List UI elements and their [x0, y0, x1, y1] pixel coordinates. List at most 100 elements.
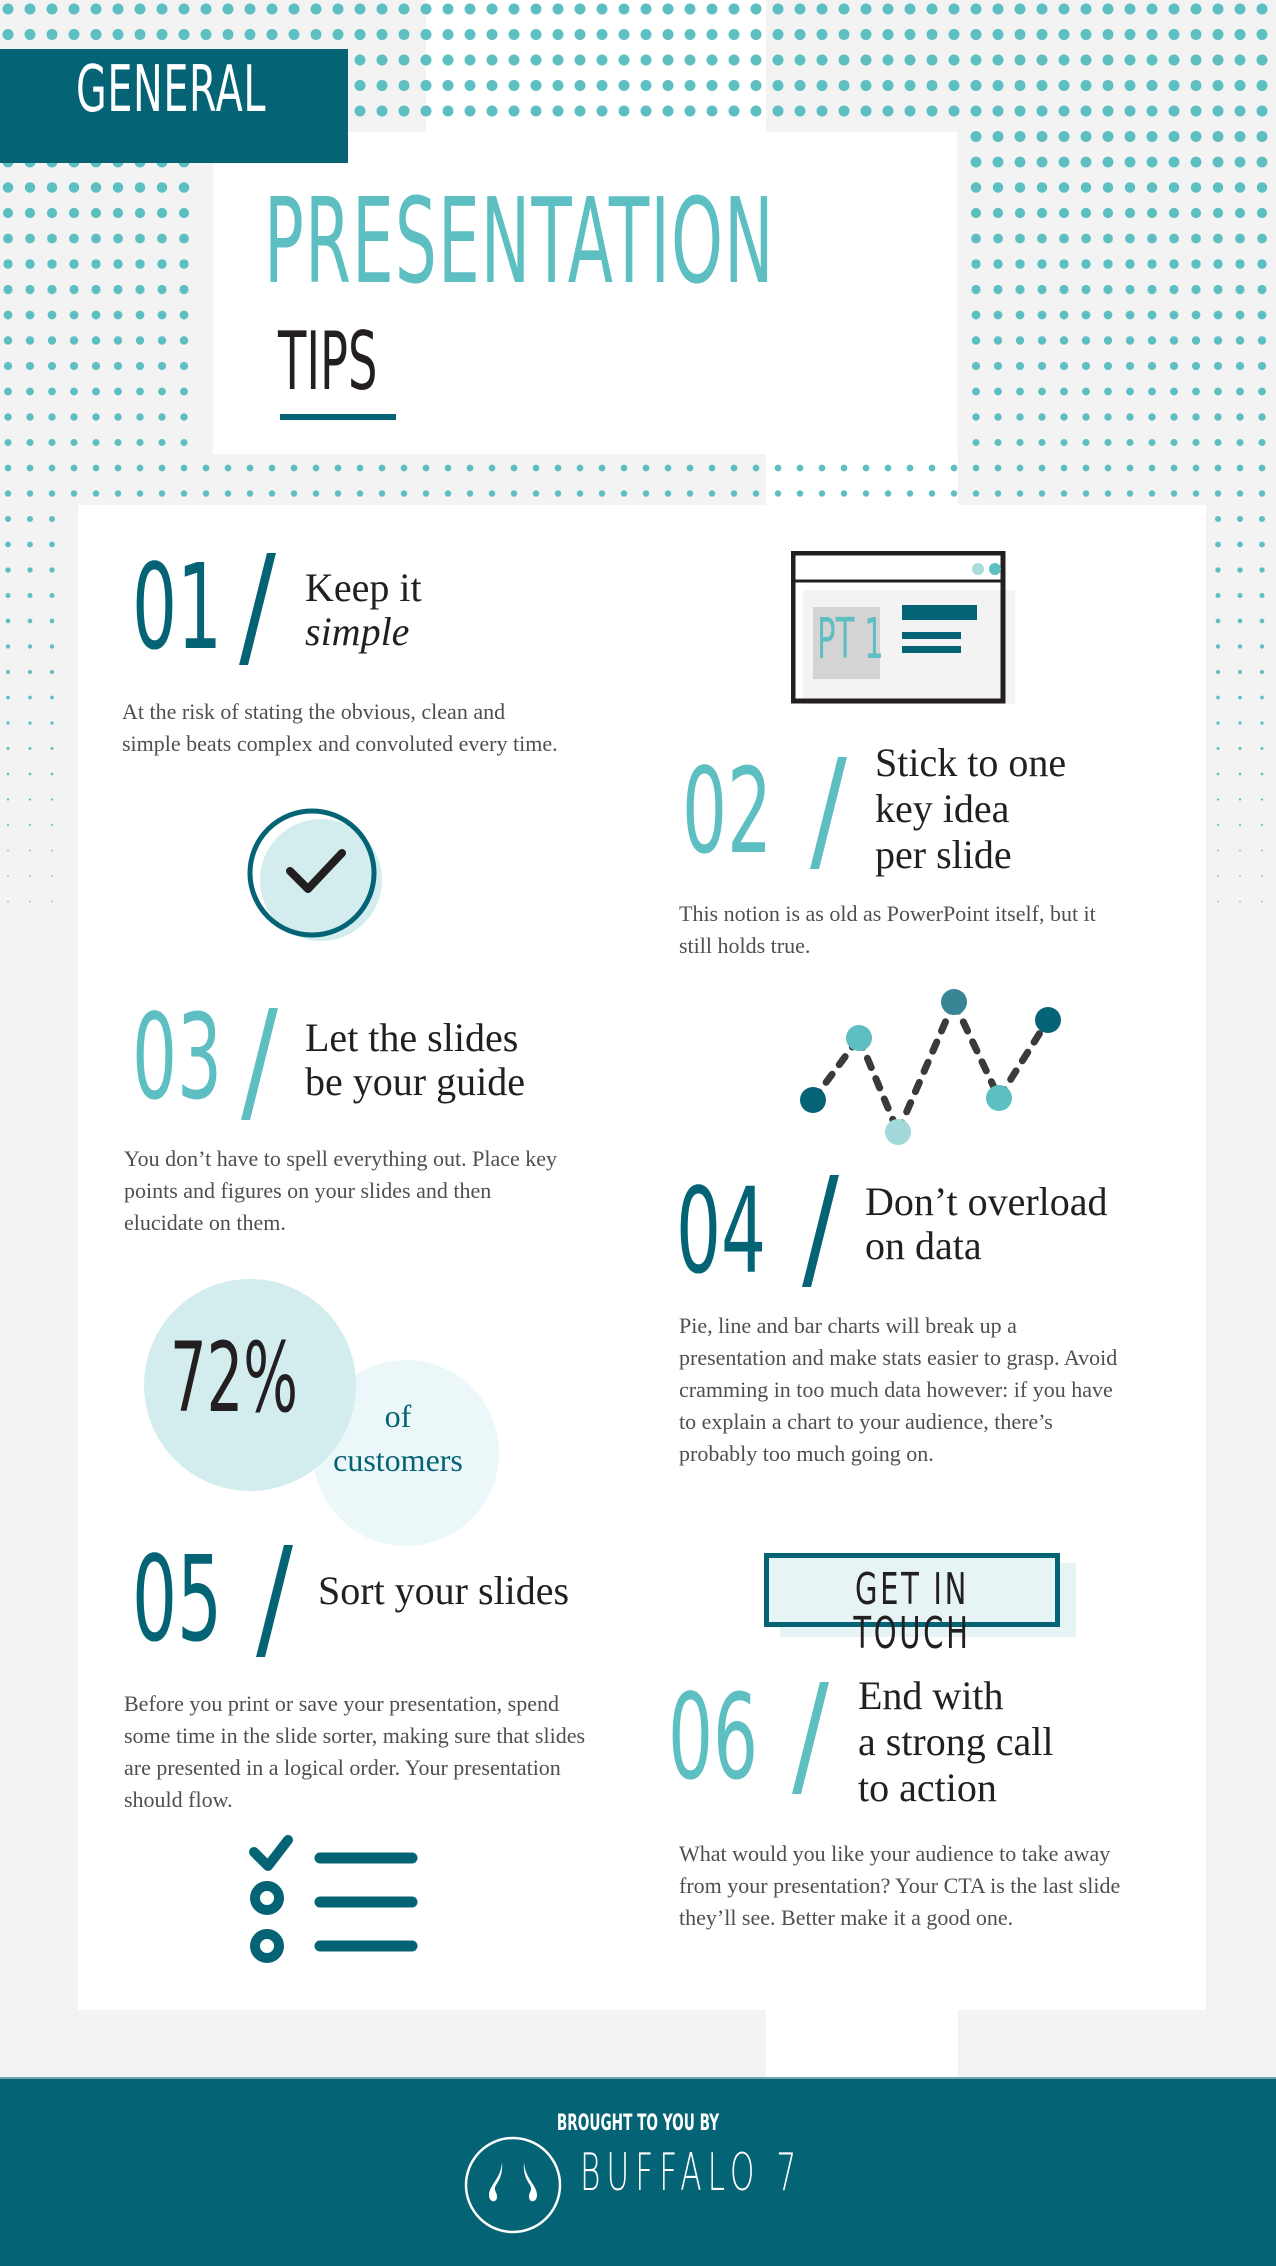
- pattern-dot: [1239, 849, 1241, 852]
- pattern-dot: [1213, 310, 1223, 320]
- pattern-dot: [134, 207, 146, 219]
- pattern-dot: [1036, 182, 1048, 193]
- pattern-dot: [134, 182, 146, 193]
- pattern-dot: [1058, 156, 1070, 168]
- pattern-dot: [1212, 80, 1224, 91]
- tip-number: 06: [668, 1668, 759, 1806]
- buffalo-horns-logo-icon[interactable]: [463, 2135, 563, 2240]
- pattern-dot: [47, 361, 57, 371]
- pattern-dot: [5, 592, 11, 599]
- stat-label-line: of: [384, 1398, 412, 1434]
- pattern-dot: [1260, 798, 1264, 801]
- pattern-dot: [398, 29, 410, 40]
- pattern-dot: [1235, 310, 1245, 320]
- pattern-dot: [178, 3, 190, 15]
- brand-name[interactable]: BUFFALO 7: [580, 2143, 802, 2203]
- pattern-dot: [1257, 233, 1267, 244]
- pattern-dot: [312, 490, 320, 497]
- pattern-dot: [992, 207, 1004, 219]
- pattern-dot: [135, 310, 145, 320]
- pattern-dot: [1170, 413, 1178, 421]
- pattern-dot: [1147, 361, 1157, 371]
- pattern-dot: [1214, 490, 1222, 497]
- pattern-dot: [376, 105, 388, 117]
- pattern-dot: [840, 464, 848, 472]
- tip-body: What would you like your audience to tak…: [679, 1841, 1121, 1930]
- pattern-dot: [68, 3, 80, 15]
- pattern-dot: [1212, 54, 1224, 66]
- pattern-dot: [26, 490, 34, 497]
- pattern-dot: [642, 464, 650, 472]
- pattern-dot: [1192, 438, 1200, 447]
- pattern-dot: [840, 490, 848, 497]
- pattern-dot: [1237, 567, 1243, 573]
- pattern-dot: [1014, 29, 1026, 40]
- pattern-dot: [862, 490, 870, 497]
- pattern-dot: [422, 490, 430, 497]
- pattern-dot: [1038, 490, 1046, 497]
- pattern-dot: [1212, 3, 1224, 15]
- get-in-touch-button[interactable]: GET IN TOUCH: [764, 1553, 1060, 1656]
- pattern-dot: [2, 207, 14, 219]
- pattern-dot: [7, 849, 9, 852]
- pattern-dot: [354, 80, 366, 91]
- pattern-dot: [1103, 233, 1113, 244]
- pattern-dot: [971, 310, 981, 320]
- pattern-dot: [1124, 29, 1136, 40]
- pattern-dot: [1014, 3, 1026, 15]
- pattern-dot: [1256, 105, 1268, 117]
- pattern-dot: [6, 798, 10, 801]
- pattern-dot: [6, 695, 10, 700]
- pattern-dot: [180, 413, 188, 421]
- pattern-dot: [1125, 361, 1135, 371]
- pattern-dot: [70, 490, 78, 497]
- pattern-dot: [950, 490, 958, 497]
- pattern-dot: [860, 3, 872, 15]
- pattern-dot: [1258, 464, 1266, 472]
- pattern-dot: [1014, 105, 1026, 117]
- pattern-dot: [6, 721, 10, 725]
- pattern-dot: [179, 233, 189, 244]
- pattern-dot: [794, 80, 806, 91]
- pattern-dot: [157, 233, 167, 244]
- pattern-dot: [25, 310, 35, 320]
- pattern-dot: [135, 361, 145, 371]
- pattern-dot: [47, 310, 57, 320]
- page-title: PRESENTATION: [264, 172, 775, 310]
- pattern-dot: [1015, 336, 1025, 345]
- pattern-dot: [47, 336, 57, 345]
- pattern-dot: [112, 3, 124, 15]
- pattern-dot: [27, 644, 33, 649]
- pattern-dot: [1168, 80, 1180, 91]
- pattern-dot: [1058, 29, 1070, 40]
- pattern-dot: [1038, 413, 1046, 421]
- pattern-dot: [354, 3, 366, 15]
- pattern-dot: [246, 490, 254, 497]
- pattern-dot: [135, 336, 145, 345]
- pattern-dot: [1212, 182, 1224, 193]
- pattern-dot: [1126, 387, 1134, 396]
- pattern-dot: [926, 54, 938, 66]
- pattern-dot: [598, 464, 606, 472]
- pattern-dot: [1080, 131, 1092, 142]
- pattern-dot: [288, 29, 300, 40]
- pattern-dot: [1080, 29, 1092, 40]
- pattern-dot: [113, 284, 123, 295]
- pattern-dot: [1059, 361, 1069, 371]
- pattern-dot: [25, 284, 35, 295]
- pattern-dot: [554, 464, 562, 472]
- pattern-dot: [1081, 361, 1091, 371]
- tip-heading-line: Keep it: [305, 565, 422, 610]
- pattern-dot: [708, 464, 716, 472]
- pattern-dot: [1214, 387, 1222, 396]
- pattern-dot: [26, 464, 34, 472]
- pattern-dot: [1259, 567, 1265, 573]
- pattern-dot: [818, 464, 826, 472]
- pattern-dot: [158, 387, 166, 396]
- pattern-dot: [816, 3, 828, 15]
- pattern-dot: [1257, 310, 1267, 320]
- pattern-dot: [179, 310, 189, 320]
- pattern-dot: [222, 29, 234, 40]
- pattern-dot: [1234, 131, 1246, 142]
- pattern-dot: [1170, 490, 1178, 497]
